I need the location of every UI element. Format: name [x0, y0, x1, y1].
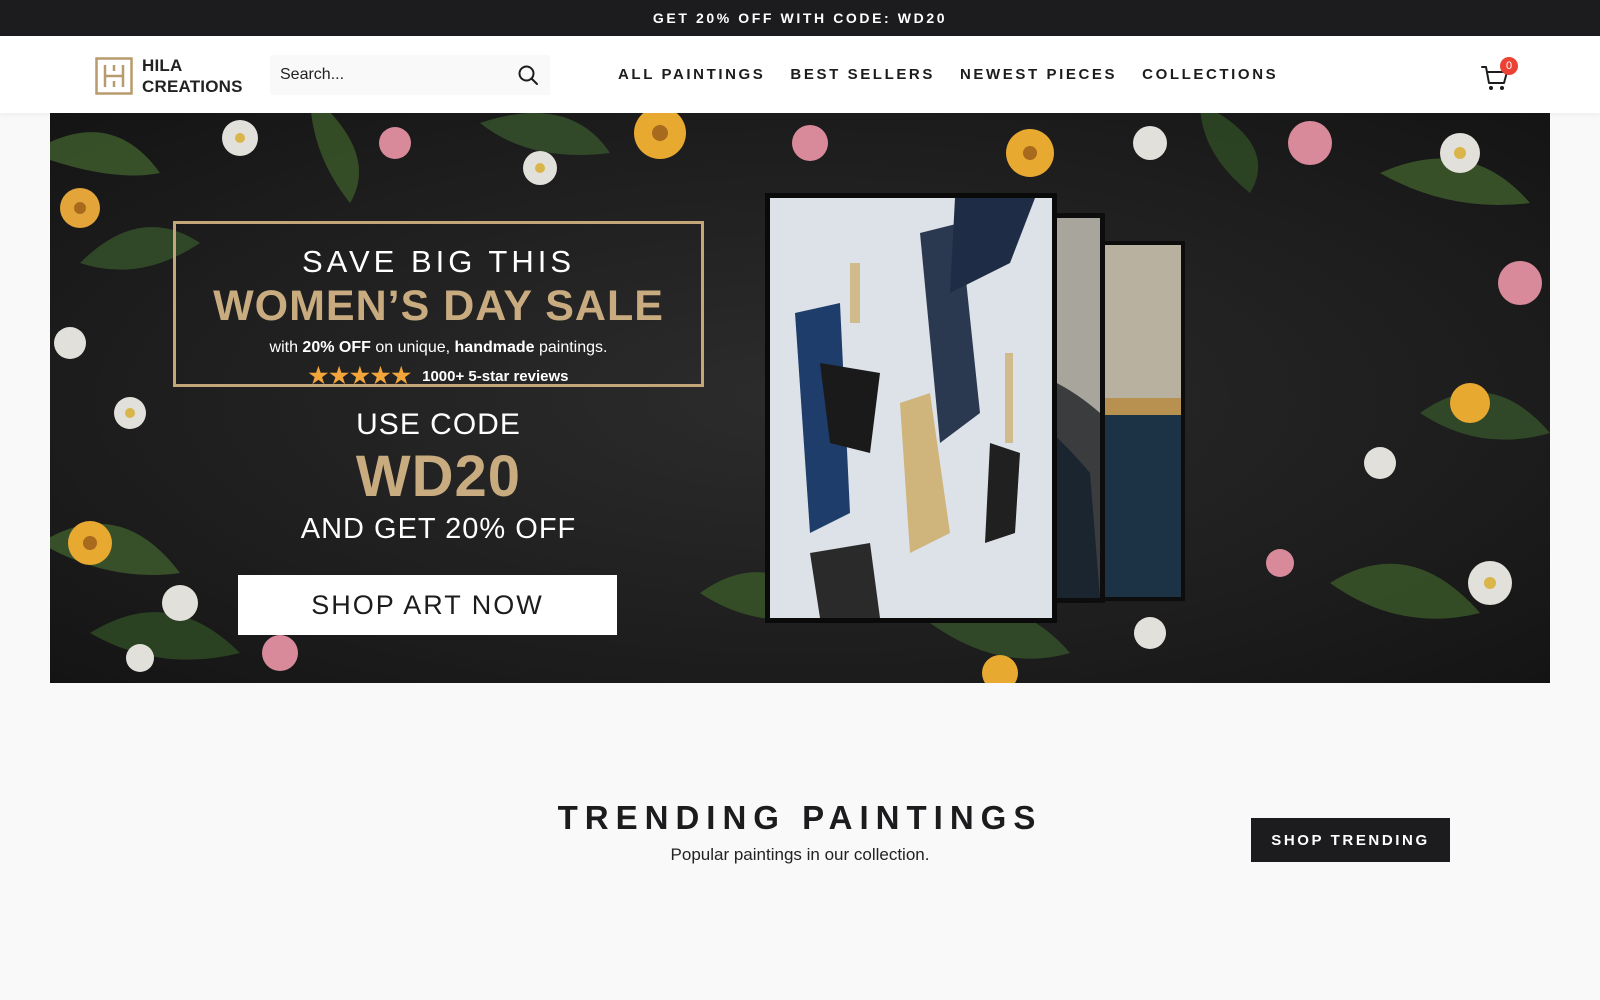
promo-code: WD20 [355, 444, 522, 509]
promo-box: SAVE BIG THIS WOMEN’S DAY SALE with 20% … [173, 221, 704, 389]
reviews-line: ★★★★★ 1000+ 5-star reviews [176, 363, 701, 389]
site-header: HILA CREATIONS ALL PAINTINGS BEST SELLER… [0, 36, 1600, 113]
offer-suffix: paintings. [534, 339, 608, 356]
offer-emphasis: handmade [454, 339, 535, 356]
search-input[interactable] [270, 55, 506, 95]
announcement-bar: GET 20% OFF WITH CODE: WD20 [0, 0, 1600, 36]
nav-all-paintings[interactable]: ALL PAINTINGS [618, 66, 765, 83]
use-code-label: USE CODE [356, 408, 521, 441]
promo-headline-1: SAVE BIG THIS [301, 244, 576, 279]
nav-collections[interactable]: COLLECTIONS [1142, 66, 1278, 83]
cart-button[interactable]: 0 [1480, 57, 1520, 93]
nav-best-sellers[interactable]: BEST SELLERS [790, 66, 935, 83]
nav-newest-pieces[interactable]: NEWEST PIECES [960, 66, 1117, 83]
logo[interactable]: HILA CREATIONS [95, 55, 243, 97]
offer-middle: on unique, [370, 339, 455, 356]
cart-count-badge: 0 [1500, 57, 1518, 75]
discount-label: AND GET 20% OFF [300, 513, 577, 545]
search-icon [518, 65, 538, 85]
promo-headline-2: WOMEN’S DAY SALE [213, 282, 664, 330]
search-button[interactable] [506, 55, 550, 95]
logo-line-2: CREATIONS [142, 77, 243, 96]
announcement-text: GET 20% OFF WITH CODE: WD20 [652, 10, 948, 26]
offer-discount: 20% OFF [302, 339, 371, 356]
logo-text: HILA CREATIONS [142, 55, 243, 97]
reviews-text: 1000+ 5-star reviews [422, 367, 569, 385]
shop-trending-button[interactable]: SHOP TRENDING [1251, 818, 1450, 862]
main-nav: ALL PAINTINGS BEST SELLERS NEWEST PIECES… [618, 36, 1303, 113]
shop-art-now-button[interactable]: SHOP ART NOW [238, 575, 617, 635]
logo-line-1: HILA [142, 56, 183, 75]
logo-monogram-icon [95, 57, 133, 95]
promo-offer-line: with 20% OFF on unique, handmade paintin… [176, 339, 701, 357]
offer-prefix: with [269, 339, 303, 356]
star-rating-icon: ★★★★★ [308, 363, 413, 388]
search-box [270, 55, 550, 95]
hero-banner[interactable]: SAVE BIG THIS WOMEN’S DAY SALE with 20% … [50, 113, 1550, 683]
